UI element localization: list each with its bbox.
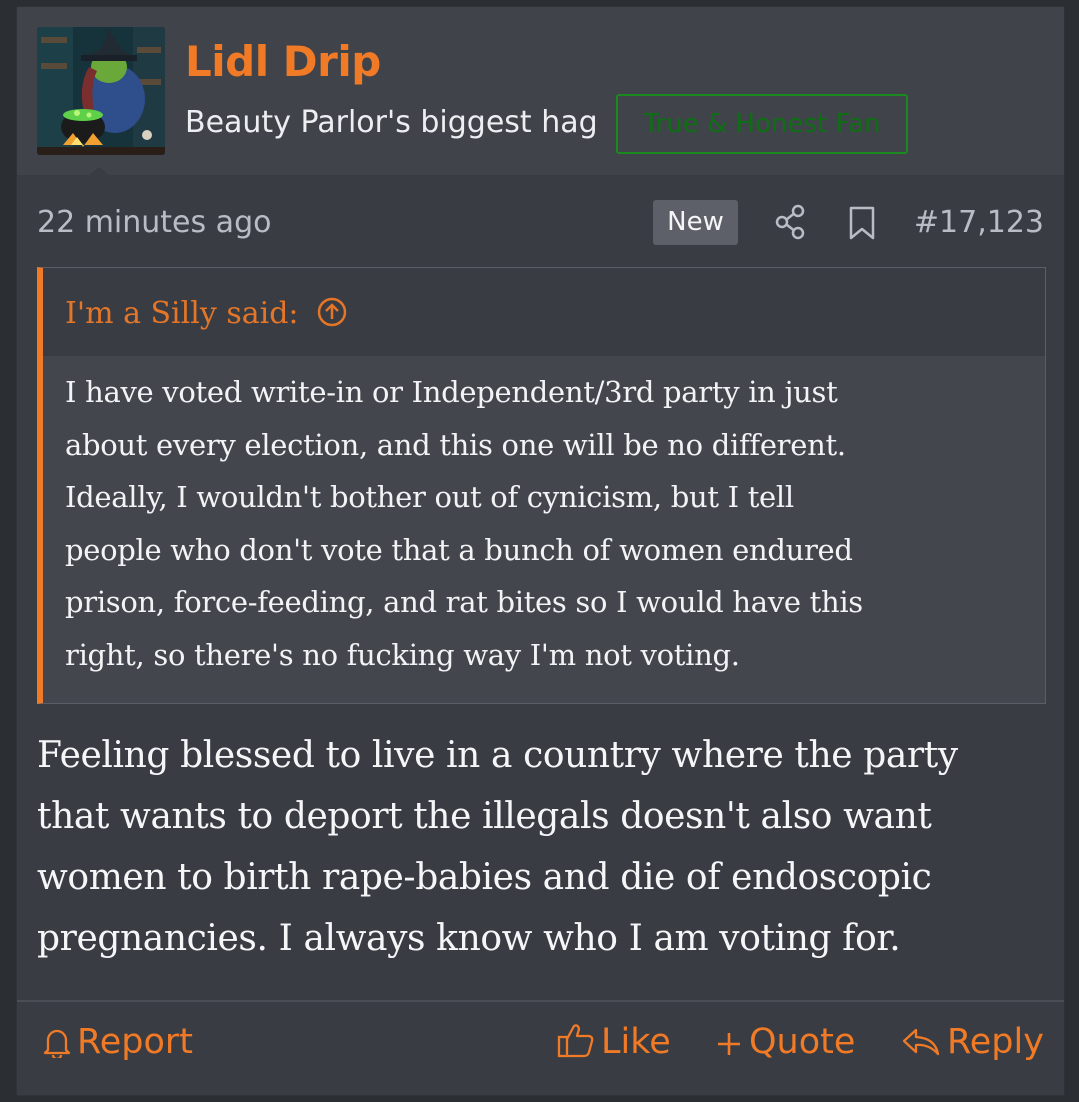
witch-avatar-icon (37, 27, 165, 155)
plus-icon (718, 1033, 740, 1055)
quote-block: I'm a Silly said: I have voted write-in … (37, 267, 1046, 704)
like-button[interactable]: Like (557, 1017, 671, 1067)
avatar[interactable] (37, 27, 165, 155)
quote-line: I have voted write-in or Independent/3rd… (65, 375, 838, 409)
post-number[interactable]: #17,123 (914, 201, 1044, 245)
quote-line: about every election, and this one will … (65, 427, 846, 462)
quote-attribution: I'm a Silly said: (65, 296, 299, 331)
quote-line: prison, force-feeding, and rat bites so … (65, 585, 863, 619)
report-button[interactable]: Report (43, 1017, 193, 1067)
thumbs-up-icon (557, 1024, 594, 1058)
message-line: that wants to deport the illegals doesn'… (37, 796, 932, 837)
like-label: Like (601, 1022, 671, 1062)
bookmark-icon[interactable] (847, 205, 877, 241)
share-icon[interactable] (773, 203, 807, 241)
quote-line: right, so there's no fucking way I'm not… (65, 637, 740, 672)
message-line: Feeling blessed to live in a country whe… (37, 735, 958, 776)
forum-post: Lidl Drip Beauty Parlor's biggest hag Tr… (16, 6, 1065, 1096)
header-pointer (87, 167, 111, 177)
reply-button[interactable]: Reply (901, 1017, 1044, 1067)
message-line: women to birth rape-babies and die of en… (37, 857, 932, 898)
quote-line: Ideally, I wouldn't bother out of cynici… (65, 480, 794, 514)
quote-label: Quote (749, 1022, 856, 1062)
reply-label: Reply (947, 1022, 1044, 1062)
footer-divider (17, 1000, 1064, 1002)
quote-line: people who don't vote that a bunch of wo… (65, 532, 853, 567)
arrow-up-circle-icon[interactable] (317, 297, 347, 327)
quote-attribution-link[interactable]: I'm a Silly said: (65, 292, 347, 336)
post-message: Feeling blessed to live in a country whe… (37, 725, 1052, 969)
bell-icon (43, 1029, 71, 1061)
quote-button[interactable]: Quote (715, 1017, 855, 1067)
new-badge: New (653, 200, 738, 245)
report-label: Report (77, 1022, 194, 1062)
user-banner: True & Honest Fan (616, 94, 908, 154)
user-title: Beauty Parlor's biggest hag (185, 105, 598, 140)
post-timestamp[interactable]: 22 minutes ago (37, 201, 271, 245)
user-header: Lidl Drip Beauty Parlor's biggest hag Tr… (17, 7, 1064, 177)
reply-arrow-icon (902, 1028, 940, 1056)
quote-body: I have voted write-in or Independent/3rd… (43, 356, 1045, 703)
username[interactable]: Lidl Drip (185, 37, 381, 87)
quote-header: I'm a Silly said: (43, 268, 1045, 356)
message-line: pregnancies. I always know who I am voti… (37, 918, 901, 959)
